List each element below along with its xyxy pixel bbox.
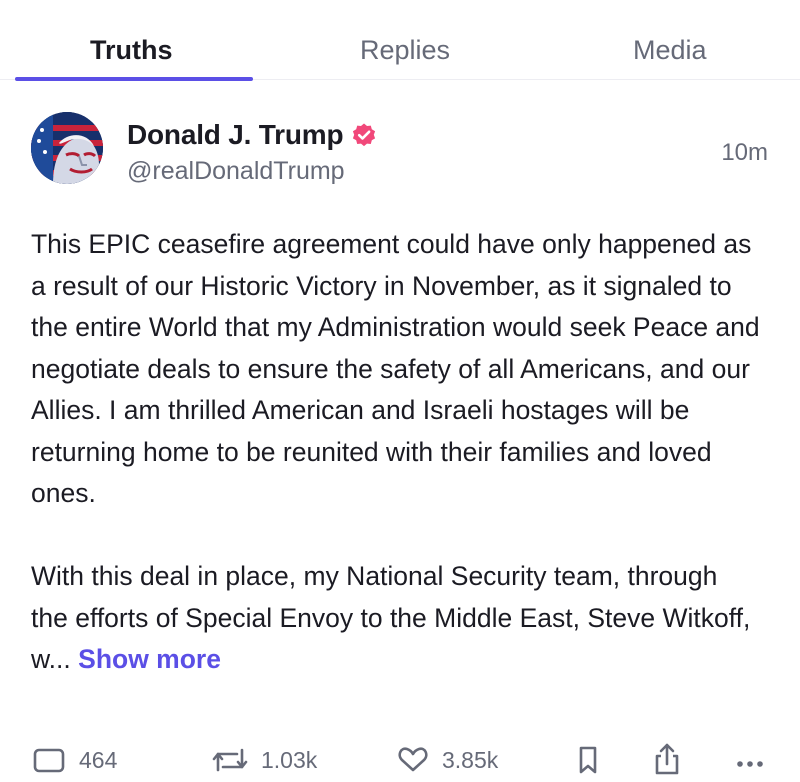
more-icon — [737, 761, 763, 767]
tab-truths[interactable]: Truths — [90, 34, 173, 66]
verified-badge-icon — [351, 122, 377, 148]
author-display-name[interactable]: Donald J. Trump — [127, 119, 344, 151]
reply-button[interactable]: 464 — [31, 742, 117, 778]
post-timestamp: 10m — [721, 139, 768, 166]
avatar[interactable] — [31, 112, 103, 184]
heart-icon — [398, 747, 428, 772]
post-body: This EPIC ceasefire agreement could have… — [31, 224, 761, 681]
share-icon — [655, 743, 679, 775]
retruth-count: 1.03k — [261, 746, 318, 773]
post-paragraph: With this deal in place, my National Sec… — [31, 556, 761, 681]
reply-icon — [33, 748, 65, 773]
avatar-image — [31, 112, 103, 184]
more-button[interactable] — [734, 742, 766, 778]
retruth-icon — [212, 748, 248, 772]
share-button[interactable] — [651, 742, 683, 778]
like-button[interactable]: 3.85k — [396, 742, 498, 778]
post-paragraph: This EPIC ceasefire agreement could have… — [31, 229, 760, 508]
reply-count: 464 — [79, 746, 118, 773]
post-actions: 464 1.03k 3.85k — [0, 742, 800, 782]
bookmark-button[interactable] — [575, 742, 601, 778]
author-handle[interactable]: @realDonaldTrump — [127, 157, 345, 186]
tab-replies[interactable]: Replies — [360, 34, 450, 66]
tab-media[interactable]: Media — [633, 34, 707, 66]
show-more-button[interactable]: Show more — [78, 644, 221, 674]
profile-tabs: Truths Replies Media — [0, 0, 800, 81]
retruth-button[interactable]: 1.03k — [211, 742, 317, 778]
bookmark-icon — [579, 746, 597, 774]
active-tab-indicator — [15, 77, 253, 81]
post-header: Donald J. Trump @realDonaldTrump 10m — [0, 92, 800, 202]
like-count: 3.85k — [442, 746, 499, 773]
author-name-row: Donald J. Trump — [127, 119, 377, 151]
